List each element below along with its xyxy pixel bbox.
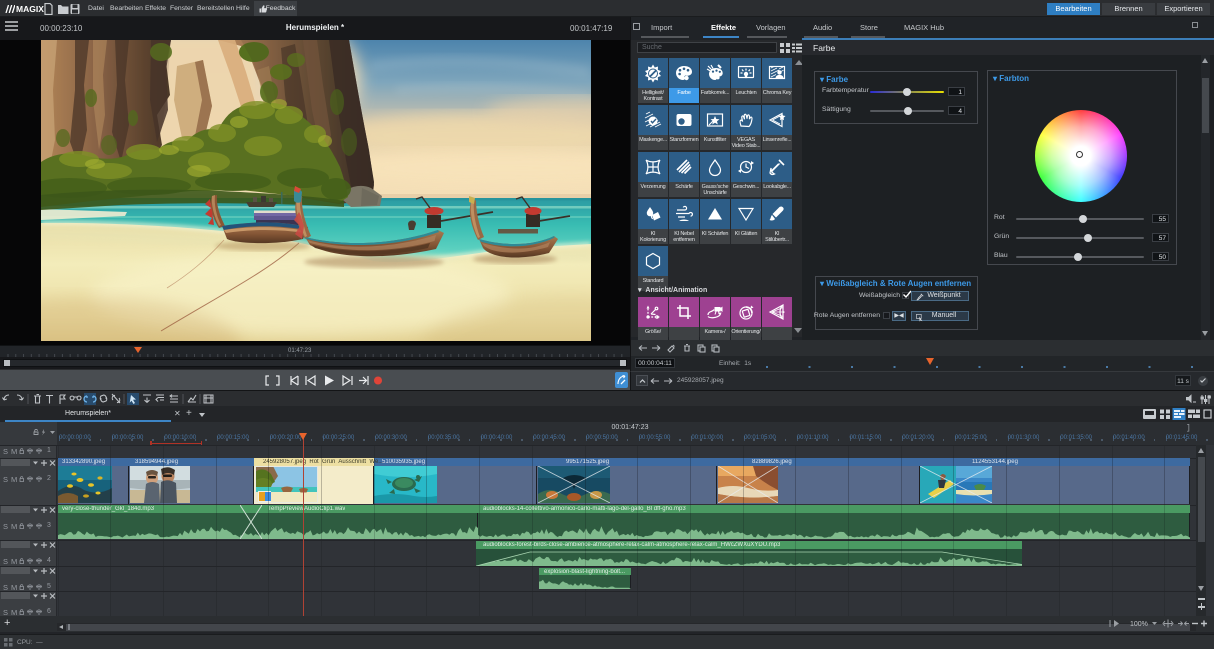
svg-text:M: M (11, 522, 17, 531)
svg-text:M: M (11, 557, 17, 566)
svg-text:S: S (3, 475, 8, 484)
svg-text:M: M (11, 447, 17, 456)
svg-text:S: S (3, 557, 8, 566)
svg-text:M: M (11, 475, 17, 484)
svg-text:S: S (3, 583, 8, 592)
svg-text:S: S (3, 522, 8, 531)
svg-text:100%: 100% (1130, 621, 1148, 628)
svg-text:M: M (11, 583, 17, 592)
svg-text:S: S (3, 447, 8, 456)
